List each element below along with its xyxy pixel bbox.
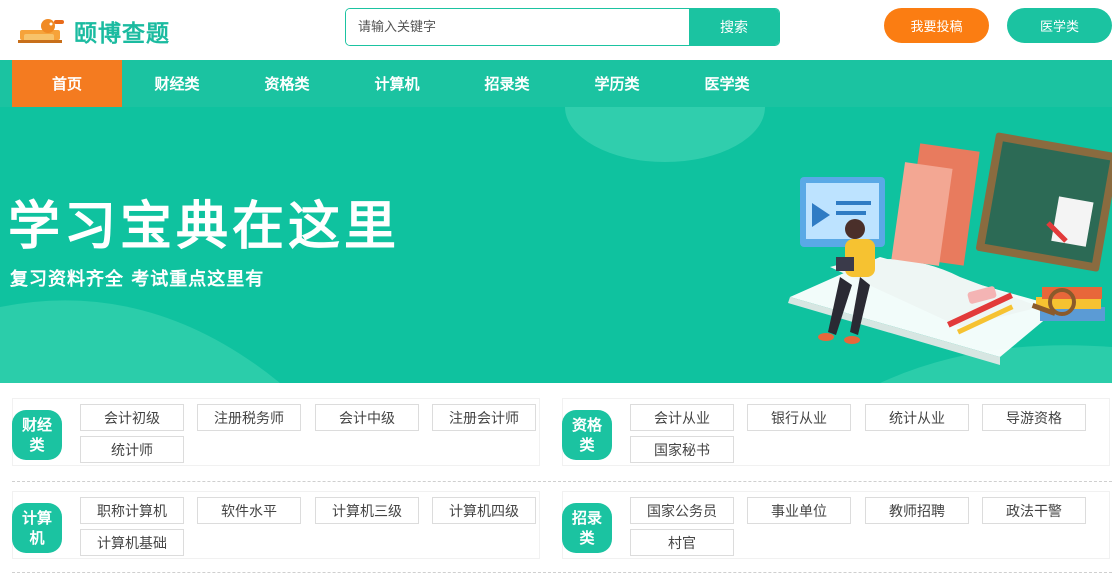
category-badge-computer[interactable]: 计算机	[12, 503, 62, 553]
banner-headline: 学习宝典在这里	[8, 197, 401, 257]
tag-link[interactable]: 注册税务师	[197, 404, 301, 431]
divider	[12, 481, 1112, 482]
category-badge-recruitment[interactable]: 招录类	[562, 503, 612, 553]
tag-link[interactable]: 会计初级	[80, 404, 184, 431]
tag-link[interactable]: 软件水平	[197, 497, 301, 524]
banner-subheadline: 复习资料齐全 考试重点这里有	[10, 269, 265, 290]
tag-link[interactable]: 国家公务员	[630, 497, 734, 524]
logo-text: 颐博查题	[74, 21, 170, 47]
tag-link[interactable]: 教师招聘	[865, 497, 969, 524]
tag-link[interactable]: 会计从业	[630, 404, 734, 431]
search-input[interactable]	[346, 9, 689, 45]
tag-link[interactable]: 国家秘书	[630, 436, 734, 463]
search-box: 搜索	[345, 8, 780, 46]
logo[interactable]: 颐博查题	[18, 14, 170, 48]
nav-item-home[interactable]: 首页	[12, 60, 122, 107]
tag-link[interactable]: 银行从业	[747, 404, 851, 431]
nav-item-qualification[interactable]: 资格类	[232, 60, 342, 107]
nav-item-computer[interactable]: 计算机	[342, 60, 452, 107]
main-nav: 首页 财经类 资格类 计算机 招录类 学历类 医学类	[0, 60, 1112, 107]
tag-link[interactable]: 导游资格	[982, 404, 1086, 431]
logo-icon	[18, 16, 68, 46]
nav-item-finance[interactable]: 财经类	[122, 60, 232, 107]
search-button[interactable]: 搜索	[689, 9, 779, 45]
tag-link[interactable]: 村官	[630, 529, 734, 556]
tag-link[interactable]: 计算机三级	[315, 497, 419, 524]
header: 颐博查题 搜索 我要投稿 医学类	[0, 0, 1112, 60]
tag-link[interactable]: 会计中级	[315, 404, 419, 431]
nav-item-recruitment[interactable]: 招录类	[452, 60, 562, 107]
tag-link[interactable]: 职称计算机	[80, 497, 184, 524]
tag-link[interactable]: 计算机基础	[80, 529, 184, 556]
nav-item-education[interactable]: 学历类	[562, 60, 672, 107]
tag-link[interactable]: 统计师	[80, 436, 184, 463]
divider	[12, 572, 1112, 573]
hero-banner[interactable]: 学习宝典在这里 复习资料齐全 考试重点这里有	[0, 107, 1112, 383]
tag-link[interactable]: 事业单位	[747, 497, 851, 524]
category-badge-finance[interactable]: 财经类	[12, 410, 62, 460]
submit-article-button[interactable]: 我要投稿	[884, 8, 989, 43]
tag-link[interactable]: 政法干警	[982, 497, 1086, 524]
tag-link[interactable]: 注册会计师	[432, 404, 536, 431]
nav-item-medical[interactable]: 医学类	[672, 60, 782, 107]
tag-link[interactable]: 计算机四级	[432, 497, 536, 524]
category-badge-qualification[interactable]: 资格类	[562, 410, 612, 460]
tag-link[interactable]: 统计从业	[865, 404, 969, 431]
medical-category-button[interactable]: 医学类	[1007, 8, 1112, 43]
